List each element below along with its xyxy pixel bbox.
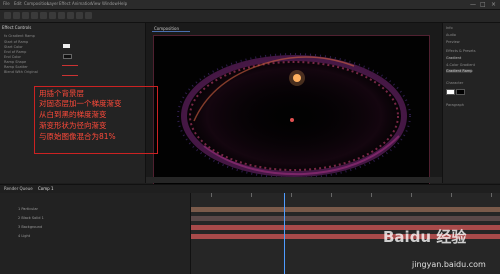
menu-help[interactable]: Help (118, 1, 127, 6)
comp-timeline-tab[interactable]: Comp 1 (38, 186, 54, 191)
preset-search-result: Gradient (446, 56, 462, 60)
annotation-box: 用插个背景层 对固态层加一个梯度渐变 从白到黑的梯度渐变 渐变形状为径向渐变 与… (34, 86, 158, 154)
hand-tool-icon[interactable] (13, 12, 20, 19)
menu-edit[interactable]: Edit (14, 1, 22, 6)
right-panels: Info Audio Preview Effects & Presets Gra… (442, 23, 500, 183)
layer-bar[interactable] (191, 216, 500, 221)
menu-animation[interactable]: Animation (72, 1, 92, 6)
effect-name[interactable]: fx Gradient Ramp (4, 34, 35, 38)
annotation-line-1: 用插个背景层 (39, 89, 84, 98)
ruler-tick (411, 193, 412, 197)
audio-panel-tab[interactable]: Audio (446, 33, 456, 37)
layer-name: 1 Particular (18, 207, 38, 211)
ruler-tick (451, 193, 452, 197)
ruler-tick (251, 193, 252, 197)
menu-effect[interactable]: Effect (59, 1, 71, 6)
paragraph-panel-tab[interactable]: Paragraph (446, 103, 464, 107)
composition-panel: Composition (146, 23, 442, 187)
prop-end-of-ramp: End of Ramp (4, 50, 27, 54)
prop-start-color: Start Color (4, 45, 23, 49)
preset-4-color-gradient[interactable]: 4-Color Gradient (446, 63, 475, 67)
close-button[interactable]: × (491, 1, 496, 8)
particle-ring-render (169, 48, 419, 184)
selection-tool-icon[interactable] (4, 12, 11, 19)
ruler-tick (291, 193, 292, 197)
layer-list: 1 Particular 2 Black Solid 1 3 Backgroun… (0, 193, 191, 274)
preview-panel-tab[interactable]: Preview (446, 40, 460, 44)
menu-file[interactable]: File (3, 1, 10, 6)
start-color-swatch[interactable] (63, 44, 70, 48)
prop-start-of-ramp: Start of Ramp (4, 40, 29, 44)
ruler-tick (491, 193, 492, 197)
ruler-tick (211, 193, 212, 197)
effects-presets-tab[interactable]: Effects & Presets (446, 49, 476, 53)
minimize-button[interactable]: — (470, 1, 476, 8)
blend-value-underline (62, 75, 78, 76)
stroke-color-swatch[interactable] (456, 89, 465, 95)
layer-row[interactable]: 3 Background (0, 225, 190, 231)
viewer-controls-bar (146, 177, 442, 183)
tools-bar (0, 10, 500, 23)
ramp-shape-underline (62, 65, 78, 66)
zoom-tool-icon[interactable] (22, 12, 29, 19)
composition-canvas[interactable] (153, 35, 430, 187)
layer-row[interactable]: 2 Black Solid 1 (0, 216, 190, 222)
layer-name: 2 Black Solid 1 (18, 216, 44, 220)
ruler-tick (331, 193, 332, 197)
layer-name: 3 Background (18, 225, 43, 229)
effect-controls-tab[interactable]: Effect Controls (2, 25, 31, 30)
text-tool-icon[interactable] (76, 12, 83, 19)
mask-tool-icon[interactable] (58, 12, 65, 19)
pen-tool-icon[interactable] (67, 12, 74, 19)
pan-tool-icon[interactable] (49, 12, 56, 19)
playhead[interactable] (284, 193, 285, 274)
end-color-swatch[interactable] (63, 54, 72, 59)
annotation-line-2: 对固态层加一个梯度渐变 (39, 99, 122, 108)
prop-ramp-shape: Ramp Shape (4, 60, 27, 64)
annotation-line-5: 与原始图像混合为81% (39, 132, 116, 141)
brush-tool-icon[interactable] (85, 12, 92, 19)
menu-window[interactable]: Window (102, 1, 118, 6)
camera-tool-icon[interactable] (40, 12, 47, 19)
annotation-line-3: 从白到黑的梯度渐变 (39, 110, 107, 119)
prop-end-color: End Color (4, 55, 21, 59)
info-panel-tab[interactable]: Info (446, 26, 453, 30)
composition-tab-indicator (152, 31, 190, 32)
watermark-url: jingyan.baidu.com (412, 260, 486, 269)
maximize-button[interactable]: □ (480, 1, 486, 8)
layer-row[interactable]: 1 Particular (0, 207, 190, 213)
menu-composition[interactable]: Composition (24, 1, 49, 6)
annotation-line-4: 渐变形状为径向渐变 (39, 121, 107, 130)
layer-name: 4 Light (18, 234, 31, 238)
preset-gradient-ramp[interactable]: Gradient Ramp (446, 69, 473, 73)
render-queue-tab[interactable]: Render Queue (4, 186, 33, 191)
menu-layer[interactable]: Layer (47, 1, 58, 6)
layer-row[interactable]: 4 Light (0, 234, 190, 240)
layer-bar[interactable] (191, 207, 500, 212)
fill-color-swatch[interactable] (446, 89, 455, 95)
prop-ramp-scatter: Ramp Scatter (4, 65, 28, 69)
rotate-tool-icon[interactable] (31, 12, 38, 19)
ruler-tick (371, 193, 372, 197)
character-panel-tab[interactable]: Character (446, 81, 463, 85)
watermark-brand: Baidu 经验 (383, 228, 467, 246)
menu-bar: File Edit Composition Layer Effect Anima… (0, 0, 500, 10)
menu-view[interactable]: View (91, 1, 101, 6)
prop-blend-with-original: Blend With Original (4, 70, 38, 74)
